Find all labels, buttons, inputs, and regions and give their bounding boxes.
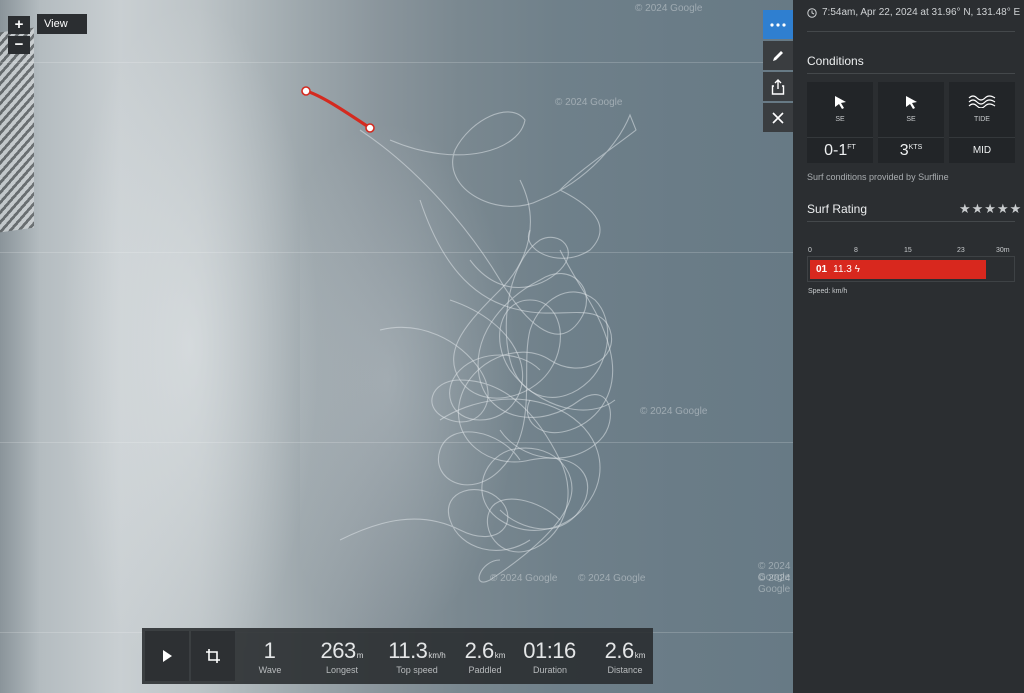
stat-paddled: 2.6km Paddled [464, 638, 506, 675]
wind-direction: SE [906, 116, 916, 123]
speed-unit-label: Speed: km/h [808, 288, 848, 295]
play-icon [163, 650, 172, 662]
wave-start-marker[interactable] [301, 86, 311, 96]
stat-distance: 2.6km Distance [604, 638, 646, 675]
more-options-button[interactable] [763, 10, 793, 39]
wind-card: SE 3KTS [878, 82, 944, 163]
satellite-map[interactable]: © 2024 Google © 2024 Google © 2024 Googl… [0, 0, 793, 693]
track-layer [301, 86, 637, 583]
session-timestamp: 7:54am, Apr 22, 2024 at 31.96° N, 131.48… [807, 7, 1020, 18]
stat-longest: 263m Longest [320, 638, 364, 675]
share-icon [771, 78, 785, 95]
share-button[interactable] [763, 72, 793, 101]
swell-height: 0-1FT [807, 137, 873, 164]
tide-card: TIDE MID [949, 82, 1015, 163]
wind-direction-icon [906, 96, 917, 109]
clock-icon [807, 7, 817, 18]
zoom-in-button[interactable]: + [8, 16, 30, 34]
divider [807, 221, 1015, 222]
rating-stars[interactable]: ★★★★★ [959, 201, 1022, 217]
playback-bar: 1 Wave 263m Longest 11.3km/h Top speed 2… [142, 628, 653, 684]
surf-rating-heading: Surf Rating [807, 202, 868, 216]
scale-tick: 15 [904, 247, 912, 254]
wave-bar[interactable]: 01 11.3 ϟ [810, 260, 986, 279]
swell-direction: SE [835, 116, 845, 123]
tide-icon [968, 95, 996, 109]
tide-label: TIDE [974, 116, 990, 123]
scale-tick: 30m [996, 247, 1010, 254]
lightning-icon: ϟ [854, 264, 860, 275]
wind-speed: 3KTS [878, 137, 944, 164]
tide-value: MID [949, 137, 1015, 164]
scale-tick: 0 [808, 247, 812, 254]
crop-button[interactable] [191, 631, 235, 681]
timestamp-text: 7:54am, Apr 22, 2024 at 31.96° N, 131.48… [822, 7, 1021, 18]
close-icon [772, 111, 784, 124]
wave-track[interactable] [301, 86, 375, 133]
view-button[interactable]: View [37, 14, 87, 34]
divider [807, 31, 1015, 32]
play-button[interactable] [145, 631, 189, 681]
surfline-credit: Surf conditions provided by Surfline [807, 172, 949, 182]
wave-direction-icon [835, 96, 846, 109]
crop-icon [206, 649, 220, 663]
scale-tick: 23 [957, 247, 965, 254]
paddle-track [339, 111, 637, 583]
wave-speed: 11.3 [833, 264, 852, 275]
more-icon [770, 22, 786, 27]
stat-waves: 1 Wave [258, 638, 282, 675]
wave-number: 01 [816, 264, 828, 275]
edit-button[interactable] [763, 41, 793, 70]
divider [807, 73, 1015, 74]
stat-duration: 01:16 Duration [523, 638, 576, 675]
conditions-heading: Conditions [807, 54, 864, 68]
close-button[interactable] [763, 103, 793, 132]
swell-card: SE 0-1FT [807, 82, 873, 163]
scale-tick: 8 [854, 247, 858, 254]
session-panel: 7:54am, Apr 22, 2024 at 31.96° N, 131.48… [793, 0, 1024, 693]
pencil-icon [773, 50, 783, 61]
wave-end-marker[interactable] [365, 123, 375, 133]
zoom-out-button[interactable]: − [8, 36, 30, 54]
stat-top-speed: 11.3km/h Top speed [388, 638, 446, 675]
